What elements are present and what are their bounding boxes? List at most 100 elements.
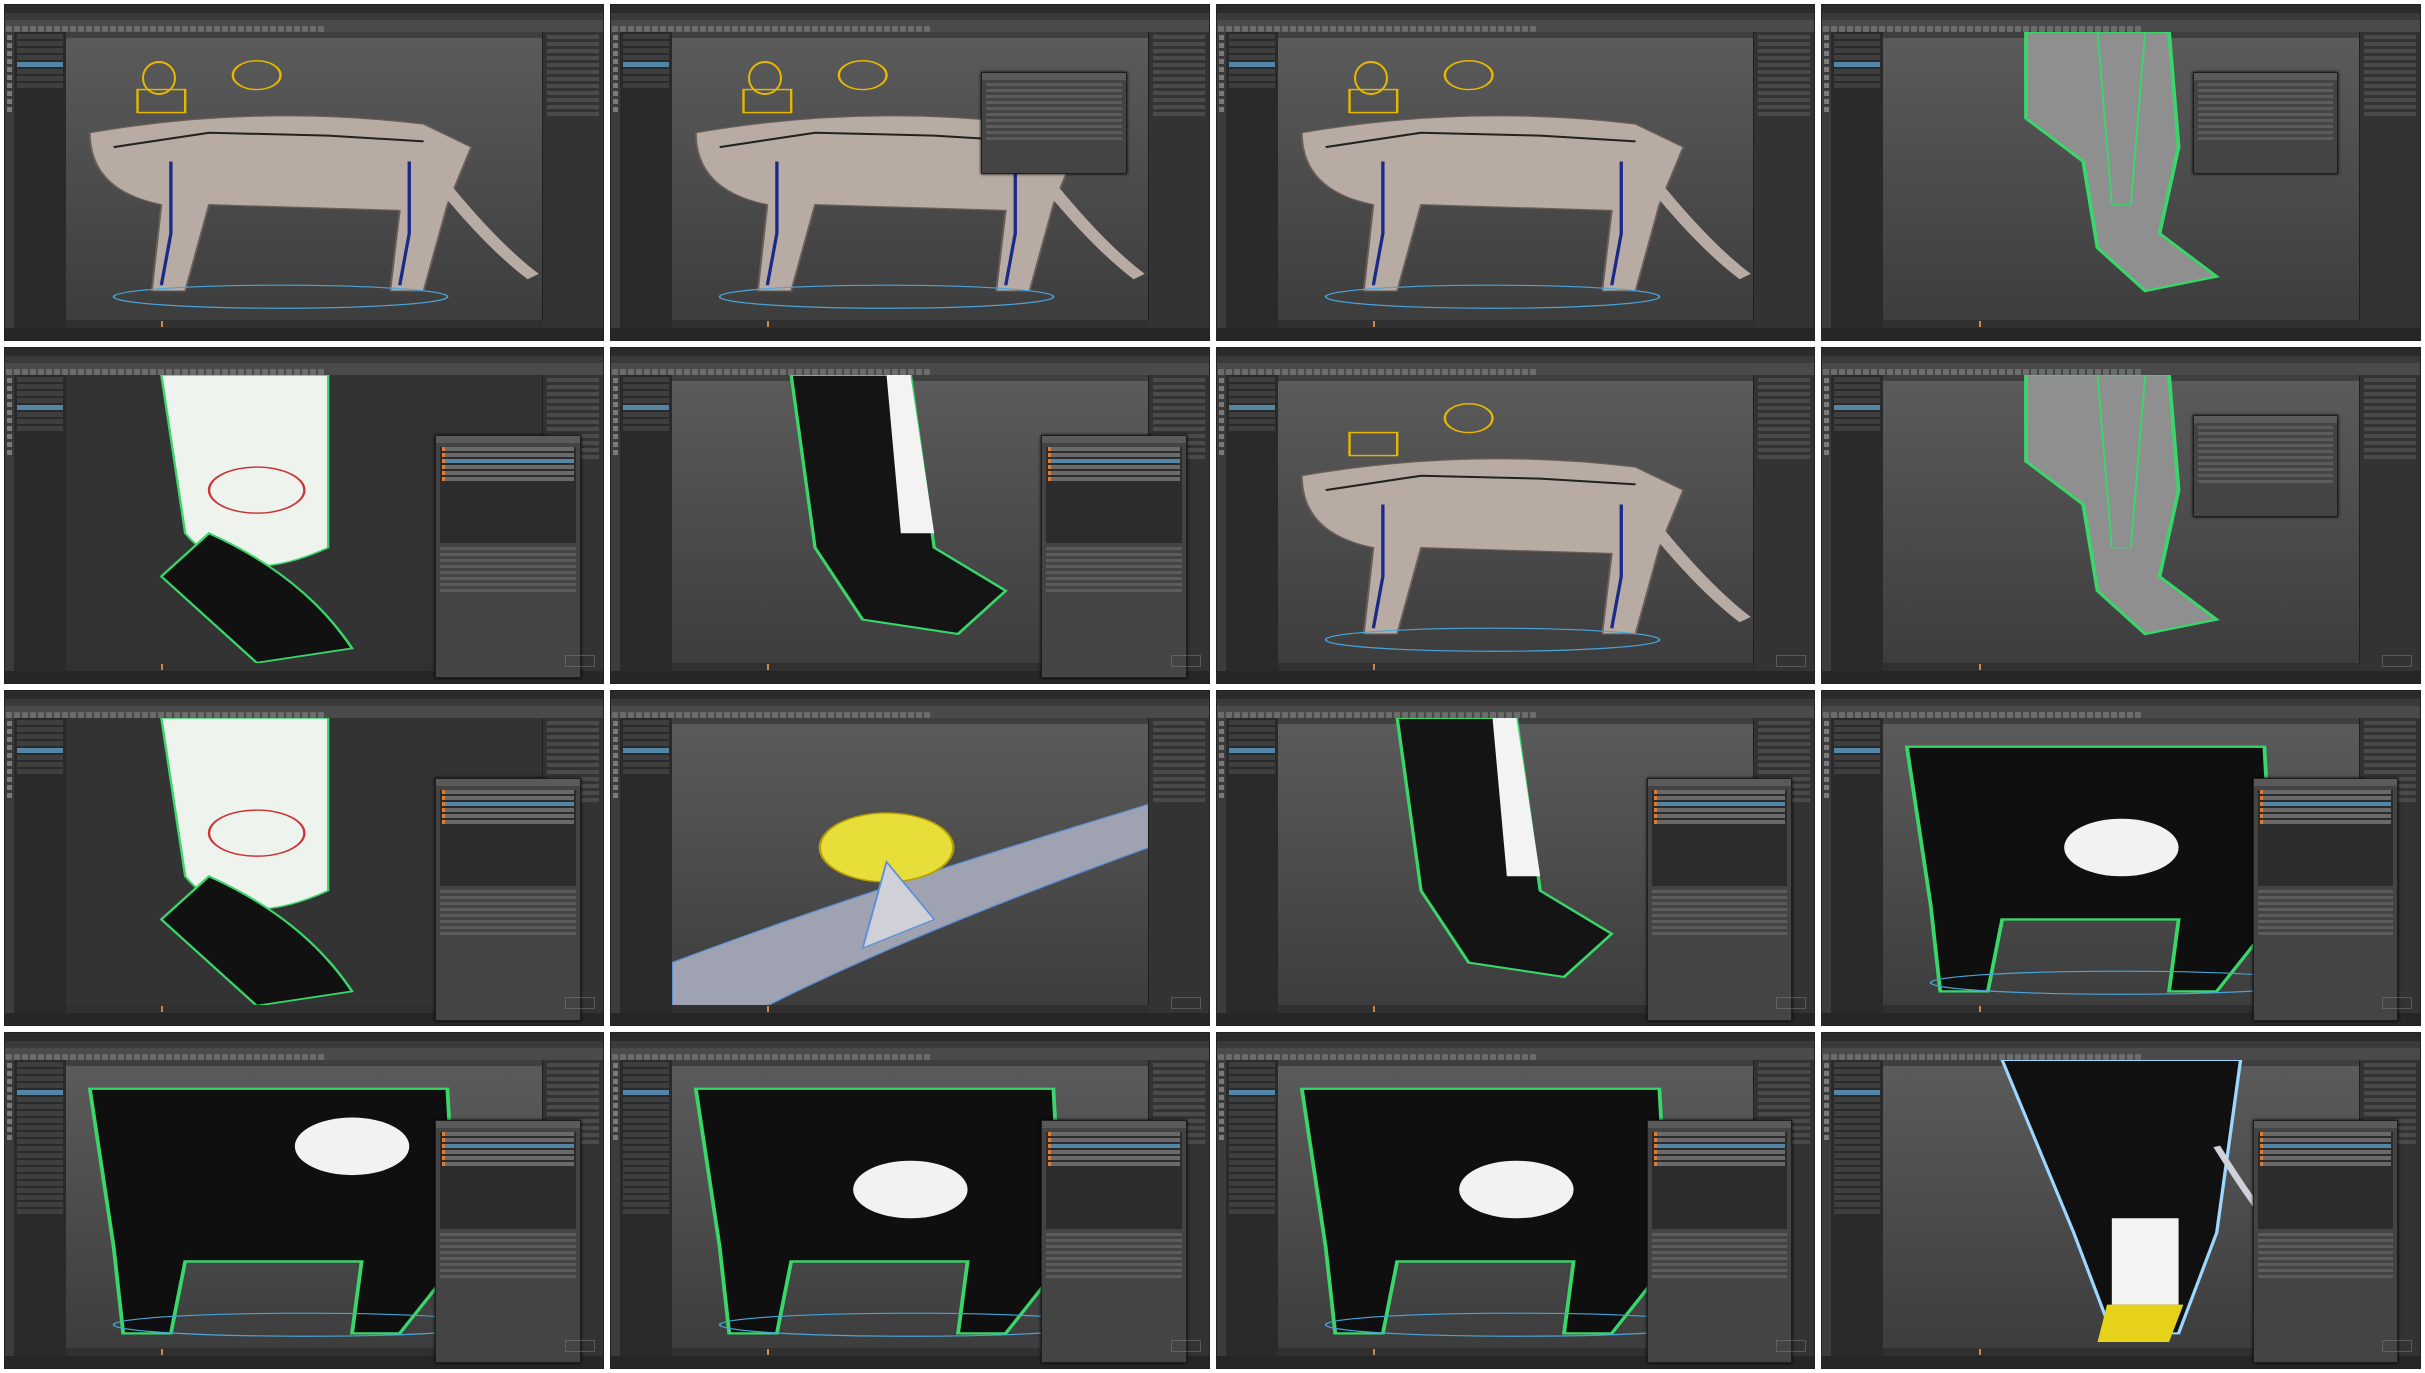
tool-option[interactable] xyxy=(440,889,576,893)
channel-row[interactable] xyxy=(1758,741,1811,746)
channel-row[interactable] xyxy=(1758,440,1811,445)
channel-box[interactable] xyxy=(541,32,603,328)
tool-icon[interactable] xyxy=(1218,409,1224,415)
influence-list[interactable] xyxy=(1046,446,1182,544)
channel-row[interactable] xyxy=(1152,727,1205,732)
tool-option[interactable] xyxy=(986,130,1122,134)
outliner-item[interactable] xyxy=(1834,1202,1881,1208)
outliner-panel[interactable] xyxy=(1831,374,1885,671)
tool-icon[interactable] xyxy=(7,433,12,439)
tool-icon[interactable] xyxy=(612,83,618,88)
outliner-item[interactable] xyxy=(1834,404,1881,410)
channel-row[interactable] xyxy=(1152,776,1205,781)
tool-option[interactable] xyxy=(440,547,576,551)
tool-icon[interactable] xyxy=(612,43,618,48)
tool-icon[interactable] xyxy=(1824,1095,1830,1101)
influence-joint[interactable] xyxy=(442,458,574,463)
channel-row[interactable] xyxy=(1758,391,1811,396)
tool-icon[interactable] xyxy=(7,1111,12,1117)
channel-row[interactable] xyxy=(546,1105,599,1110)
influence-joint[interactable] xyxy=(1653,1138,1786,1143)
outliner-item[interactable] xyxy=(1834,1146,1881,1152)
channel-box[interactable] xyxy=(2359,374,2420,671)
influence-list[interactable] xyxy=(2257,789,2394,886)
tool-icon[interactable] xyxy=(7,385,12,391)
outliner-panel[interactable] xyxy=(14,32,67,328)
tool-icon[interactable] xyxy=(1218,433,1224,439)
viewport-3d[interactable] xyxy=(1277,374,1755,663)
tool-icon[interactable] xyxy=(1824,736,1830,742)
outliner-item[interactable] xyxy=(1834,425,1881,431)
tool-option[interactable] xyxy=(1046,583,1182,587)
paint-skin-weights-dialog[interactable] xyxy=(435,434,581,678)
tool-option[interactable] xyxy=(1651,1274,1788,1278)
tool-icon[interactable] xyxy=(7,1071,12,1077)
tool-option[interactable] xyxy=(986,118,1122,122)
channel-row[interactable] xyxy=(1758,419,1811,424)
channel-row[interactable] xyxy=(1758,398,1811,403)
tool-option[interactable] xyxy=(440,1238,576,1242)
tool-option[interactable] xyxy=(440,925,576,929)
channel-row[interactable] xyxy=(2364,42,2416,46)
outliner-item[interactable] xyxy=(17,1104,63,1110)
channel-row[interactable] xyxy=(2364,447,2416,452)
tool-option[interactable] xyxy=(2257,919,2394,923)
tool-icon[interactable] xyxy=(7,792,12,798)
outliner-item[interactable] xyxy=(17,726,63,732)
channel-row[interactable] xyxy=(1152,1063,1205,1068)
outliner-item[interactable] xyxy=(1834,48,1881,53)
tool-option[interactable] xyxy=(2257,1238,2394,1242)
tool-option[interactable] xyxy=(2197,82,2334,86)
outliner-panel[interactable] xyxy=(1831,1060,1885,1356)
channel-row[interactable] xyxy=(546,42,599,46)
outliner-item[interactable] xyxy=(1228,1146,1275,1152)
outliner-item[interactable] xyxy=(1834,1167,1881,1173)
tool-option[interactable] xyxy=(986,94,1122,98)
tool-option[interactable] xyxy=(1046,553,1182,557)
tool-icon[interactable] xyxy=(612,393,618,399)
channel-row[interactable] xyxy=(2364,433,2416,438)
outliner-item[interactable] xyxy=(1228,1188,1275,1194)
outliner-item[interactable] xyxy=(17,747,63,753)
outliner-item[interactable] xyxy=(622,76,669,81)
toolbox[interactable] xyxy=(5,1060,14,1356)
channel-row[interactable] xyxy=(1152,426,1205,431)
channel-row[interactable] xyxy=(1152,1091,1205,1096)
outliner-item[interactable] xyxy=(1228,726,1275,732)
outliner-item[interactable] xyxy=(1834,747,1881,753)
outliner-item[interactable] xyxy=(1834,1132,1881,1138)
outliner-item[interactable] xyxy=(622,1195,669,1201)
outliner-panel[interactable] xyxy=(14,717,67,1014)
menu-bar[interactable] xyxy=(5,13,603,28)
tool-option[interactable] xyxy=(2197,130,2334,134)
channel-row[interactable] xyxy=(546,762,599,767)
influence-joint[interactable] xyxy=(2259,1132,2392,1137)
outliner-item[interactable] xyxy=(622,55,669,60)
tool-option[interactable] xyxy=(2197,455,2334,459)
outliner-item[interactable] xyxy=(17,411,63,417)
outliner-item[interactable] xyxy=(1228,69,1275,74)
outliner-item[interactable] xyxy=(1834,1111,1881,1117)
tool-icon[interactable] xyxy=(612,91,618,96)
outliner-item[interactable] xyxy=(622,425,669,431)
tool-option[interactable] xyxy=(1046,1232,1182,1236)
tool-icon[interactable] xyxy=(7,51,12,56)
tool-icon[interactable] xyxy=(1824,1087,1830,1093)
time-slider[interactable] xyxy=(1277,662,1755,671)
tool-icon[interactable] xyxy=(612,67,618,72)
outliner-item[interactable] xyxy=(1834,1195,1881,1201)
tool-option[interactable] xyxy=(1651,907,1788,911)
time-slider[interactable] xyxy=(1883,319,2360,328)
outliner-item[interactable] xyxy=(1228,740,1275,746)
influence-joint[interactable] xyxy=(1653,819,1786,824)
influence-joint[interactable] xyxy=(1048,470,1180,475)
tool-option[interactable] xyxy=(440,565,576,569)
tool-icon[interactable] xyxy=(612,752,618,758)
outliner-item[interactable] xyxy=(622,733,669,739)
tool-icon[interactable] xyxy=(1218,35,1224,40)
tool-icon[interactable] xyxy=(1824,401,1830,407)
tool-icon[interactable] xyxy=(612,1119,618,1125)
tool-icon[interactable] xyxy=(1824,433,1830,439)
channel-row[interactable] xyxy=(546,384,599,389)
outliner-item[interactable] xyxy=(622,1097,669,1103)
